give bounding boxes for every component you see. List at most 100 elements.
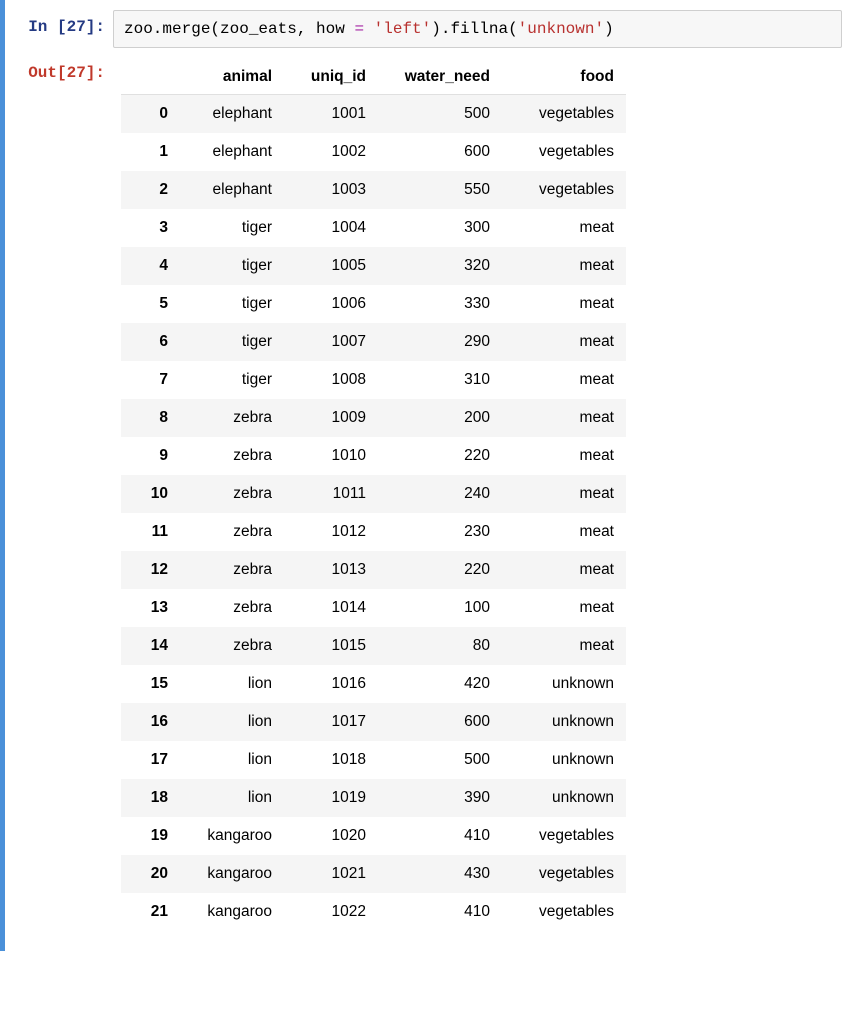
table-row: 19kangaroo1020410vegetables [121, 817, 626, 855]
cell-uniq_id: 1009 [284, 399, 378, 437]
output-cell: Out[27]: animal uniq_id water_need food … [5, 56, 850, 931]
cell-uniq_id: 1017 [284, 703, 378, 741]
cell-water_need: 550 [378, 171, 502, 209]
table-row: 8zebra1009200meat [121, 399, 626, 437]
row-index: 11 [121, 513, 180, 551]
cell-food: meat [502, 627, 626, 665]
table-row: 1elephant1002600vegetables [121, 133, 626, 171]
cell-water_need: 330 [378, 285, 502, 323]
cell-water_need: 600 [378, 133, 502, 171]
code-input[interactable]: zoo.merge(zoo_eats, how = 'left').fillna… [113, 10, 842, 48]
cell-food: meat [502, 323, 626, 361]
table-row: 12zebra1013220meat [121, 551, 626, 589]
cell-animal: zebra [180, 475, 284, 513]
cell-water_need: 200 [378, 399, 502, 437]
cell-food: meat [502, 399, 626, 437]
cell-water_need: 220 [378, 437, 502, 475]
cell-uniq_id: 1018 [284, 741, 378, 779]
cell-uniq_id: 1013 [284, 551, 378, 589]
cell-water_need: 420 [378, 665, 502, 703]
cell-food: meat [502, 361, 626, 399]
cell-uniq_id: 1003 [284, 171, 378, 209]
cell-food: vegetables [502, 133, 626, 171]
cell-food: meat [502, 551, 626, 589]
cell-animal: kangaroo [180, 817, 284, 855]
output-prompt: Out[27]: [5, 56, 113, 90]
cell-food: vegetables [502, 95, 626, 134]
index-header [121, 60, 180, 95]
table-row: 21kangaroo1022410vegetables [121, 893, 626, 931]
cell-food: meat [502, 475, 626, 513]
cell-animal: kangaroo [180, 893, 284, 931]
cell-water_need: 240 [378, 475, 502, 513]
cell-animal: elephant [180, 171, 284, 209]
cell-water_need: 310 [378, 361, 502, 399]
code-text: zoo.merge(zoo_eats, how = 'left').fillna… [124, 20, 614, 38]
row-index: 7 [121, 361, 180, 399]
cell-water_need: 600 [378, 703, 502, 741]
row-index: 16 [121, 703, 180, 741]
table-row: 7tiger1008310meat [121, 361, 626, 399]
cell-food: meat [502, 437, 626, 475]
input-prompt: In [27]: [5, 10, 113, 44]
row-index: 20 [121, 855, 180, 893]
cell-water_need: 500 [378, 95, 502, 134]
cell-food: meat [502, 589, 626, 627]
cell-uniq_id: 1006 [284, 285, 378, 323]
table-row: 11zebra1012230meat [121, 513, 626, 551]
row-index: 18 [121, 779, 180, 817]
table-body: 0elephant1001500vegetables1elephant10026… [121, 95, 626, 932]
row-index: 13 [121, 589, 180, 627]
cell-uniq_id: 1015 [284, 627, 378, 665]
cell-uniq_id: 1004 [284, 209, 378, 247]
cell-uniq_id: 1019 [284, 779, 378, 817]
row-index: 5 [121, 285, 180, 323]
cell-animal: tiger [180, 285, 284, 323]
cell-food: unknown [502, 779, 626, 817]
cell-uniq_id: 1021 [284, 855, 378, 893]
table-row: 9zebra1010220meat [121, 437, 626, 475]
cell-uniq_id: 1005 [284, 247, 378, 285]
table-row: 0elephant1001500vegetables [121, 95, 626, 134]
cell-food: meat [502, 285, 626, 323]
cell-uniq_id: 1022 [284, 893, 378, 931]
cell-animal: lion [180, 703, 284, 741]
cell-food: unknown [502, 741, 626, 779]
cell-uniq_id: 1010 [284, 437, 378, 475]
table-row: 17lion1018500unknown [121, 741, 626, 779]
cell-water_need: 430 [378, 855, 502, 893]
row-index: 0 [121, 95, 180, 134]
cell-animal: tiger [180, 361, 284, 399]
cell-uniq_id: 1002 [284, 133, 378, 171]
cell-uniq_id: 1008 [284, 361, 378, 399]
table-header: animal uniq_id water_need food [121, 60, 626, 95]
row-index: 8 [121, 399, 180, 437]
cell-food: unknown [502, 665, 626, 703]
row-index: 10 [121, 475, 180, 513]
cell-food: vegetables [502, 171, 626, 209]
cell-uniq_id: 1014 [284, 589, 378, 627]
cell-water_need: 80 [378, 627, 502, 665]
row-index: 6 [121, 323, 180, 361]
cell-animal: zebra [180, 513, 284, 551]
row-index: 19 [121, 817, 180, 855]
cell-animal: zebra [180, 399, 284, 437]
table-row: 4tiger1005320meat [121, 247, 626, 285]
cell-water_need: 410 [378, 817, 502, 855]
cell-food: meat [502, 247, 626, 285]
cell-food: vegetables [502, 817, 626, 855]
cell-water_need: 390 [378, 779, 502, 817]
table-row: 5tiger1006330meat [121, 285, 626, 323]
output-area: animal uniq_id water_need food 0elephant… [113, 56, 626, 931]
cell-water_need: 320 [378, 247, 502, 285]
cell-water_need: 230 [378, 513, 502, 551]
cell-animal: zebra [180, 551, 284, 589]
cell-water_need: 410 [378, 893, 502, 931]
row-index: 2 [121, 171, 180, 209]
table-row: 15lion1016420unknown [121, 665, 626, 703]
cell-animal: zebra [180, 437, 284, 475]
cell-food: vegetables [502, 893, 626, 931]
input-cell: In [27]: zoo.merge(zoo_eats, how = 'left… [5, 10, 850, 48]
row-index: 1 [121, 133, 180, 171]
row-index: 15 [121, 665, 180, 703]
